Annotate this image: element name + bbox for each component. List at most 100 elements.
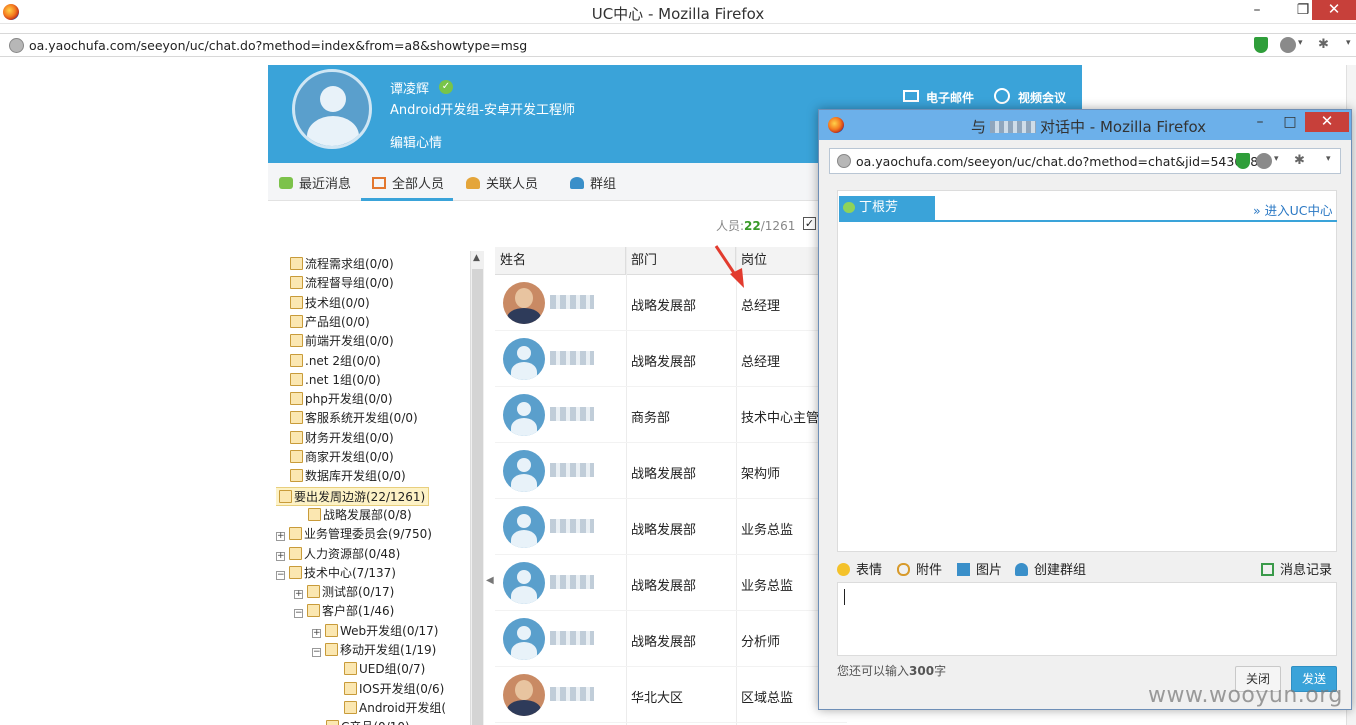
addon-icon[interactable] (1256, 153, 1272, 169)
tree-node[interactable]: 商家开发组(0/0) (290, 448, 394, 467)
tree-node[interactable]: 前端开发组(0/0) (290, 332, 394, 351)
table-row[interactable]: 华北大区 区域总监 (495, 667, 847, 723)
edit-mood-link[interactable]: 编辑心情 (390, 132, 442, 151)
popup-minimize-button[interactable]: – (1247, 114, 1273, 132)
avatar[interactable] (503, 618, 545, 660)
table-row[interactable]: 战略发展部 业务总监 (495, 499, 847, 555)
addon-icon[interactable] (1280, 37, 1296, 53)
cell-post: 业务总监 (741, 523, 794, 538)
online-filter-checkbox[interactable]: ✓ (803, 217, 816, 230)
shield-icon[interactable] (1236, 153, 1250, 169)
expand-icon[interactable]: + (294, 590, 303, 600)
table-row[interactable]: 商务部 技术中心主管 (495, 387, 847, 443)
table-row[interactable]: 战略发展部 业务总监 (495, 555, 847, 611)
chevron-down-icon[interactable]: ▾ (1298, 38, 1303, 48)
popup-maximize-button[interactable]: □ (1277, 114, 1303, 132)
table-row[interactable]: 战略发展部 总经理 (495, 331, 847, 387)
tab-groups[interactable]: 群组 (570, 173, 616, 192)
address-bar[interactable]: oa.yaochufa.com/seeyon/uc/chat.do?method… (0, 33, 1356, 57)
chevron-down-icon[interactable]: ▾ (1274, 154, 1279, 164)
tree-node[interactable]: 客服系统开发组(0/0) (290, 409, 418, 428)
popup-address-bar[interactable]: oa.yaochufa.com/seeyon/uc/chat.do?method… (829, 148, 1341, 174)
collapse-icon[interactable]: − (276, 570, 285, 580)
tree-node[interactable]: 流程需求组(0/0) (290, 255, 394, 274)
image-button[interactable]: 图片 (957, 559, 1002, 578)
popup-url-text[interactable]: oa.yaochufa.com/seeyon/uc/chat.do?method… (856, 154, 1258, 169)
avatar[interactable] (503, 450, 545, 492)
tree-node[interactable]: + 人力资源部(0/48) (276, 545, 400, 564)
collapse-icon[interactable]: − (294, 609, 303, 619)
avatar[interactable] (503, 394, 545, 436)
panel-collapse-handle[interactable]: ◀ (486, 575, 494, 605)
menu-chevron-icon[interactable]: ▾ (1326, 154, 1331, 164)
create-group-button[interactable]: 创建群组 (1015, 559, 1086, 578)
tree-node[interactable]: + 测试部(0/17) (294, 583, 394, 602)
firefox-icon (828, 117, 844, 133)
message-input[interactable] (837, 582, 1337, 656)
expand-icon[interactable]: + (276, 551, 285, 561)
tree-node[interactable]: 产品组(0/0) (290, 313, 370, 332)
menu-chevron-icon[interactable]: ▾ (1346, 38, 1351, 48)
tree-node[interactable]: 战略发展部(0/8) (308, 506, 412, 525)
close-window-button[interactable]: ✕ (1312, 0, 1356, 20)
tree-node[interactable]: + Web开发组(0/17) (312, 622, 438, 641)
avatar[interactable] (503, 506, 545, 548)
table-row[interactable]: 战略发展部 总经理 (495, 275, 847, 331)
table-row[interactable]: 战略发展部 分析师 (495, 611, 847, 667)
shield-icon[interactable] (1254, 37, 1268, 53)
tree-node[interactable]: − 客户部(1/46) (294, 602, 394, 621)
video-icon[interactable] (994, 88, 1010, 104)
tree-node[interactable]: Android开发组( (344, 699, 446, 718)
scroll-thumb[interactable] (472, 269, 483, 725)
collapse-icon[interactable]: − (312, 648, 321, 657)
tree-node-label: 流程督导组(0/0) (305, 276, 394, 291)
tab-all-members[interactable]: 全部人员 (372, 173, 444, 192)
expand-icon[interactable]: + (276, 532, 285, 542)
tree-node[interactable]: C产品(0/10) (326, 718, 410, 725)
tree-node-label: 流程需求组(0/0) (305, 257, 394, 271)
avatar[interactable] (292, 69, 372, 149)
url-text[interactable]: oa.yaochufa.com/seeyon/uc/chat.do?method… (29, 38, 527, 53)
attach-button[interactable]: 附件 (897, 559, 942, 578)
scroll-up-icon[interactable]: ▲ (473, 253, 480, 263)
expand-icon[interactable]: + (312, 628, 321, 638)
tree-node[interactable]: UED组(0/7) (344, 660, 425, 679)
double-chevron-icon: » (1253, 203, 1261, 218)
tree-node[interactable]: 技术组(0/0) (290, 294, 370, 313)
tree-node[interactable]: 数据库开发组(0/0) (290, 467, 406, 486)
tree-node[interactable]: .net 1组(0/0) (290, 371, 381, 390)
redacted-name (550, 295, 594, 309)
tree-node[interactable]: − 技术中心(7/137) (276, 564, 396, 583)
tree-node[interactable]: IOS开发组(0/6) (344, 680, 444, 699)
tree-node[interactable]: php开发组(0/0) (290, 390, 393, 409)
minimize-button[interactable]: – (1244, 2, 1270, 20)
tab-recent[interactable]: 最近消息 (279, 173, 351, 192)
cell-dept: 商务部 (631, 411, 671, 426)
enter-uc-link[interactable]: » 进入UC中心 (1253, 200, 1333, 219)
avatar[interactable] (503, 674, 545, 716)
avatar[interactable] (503, 338, 545, 380)
verified-check-icon: ✓ (439, 80, 453, 94)
tree-node[interactable]: 流程督导组(0/0) (290, 274, 394, 293)
avatar[interactable] (503, 562, 545, 604)
tree-scrollbar[interactable]: ▲ (470, 251, 484, 725)
bug-icon[interactable]: ✱ (1318, 37, 1329, 52)
email-link[interactable]: 电子邮件 (926, 89, 974, 106)
tree-node[interactable]: .net 2组(0/0) (290, 352, 381, 371)
history-button[interactable]: 消息记录 (1261, 559, 1332, 578)
avatar[interactable] (503, 282, 545, 324)
tree-node[interactable]: + 业务管理委员会(9/750) (276, 525, 432, 544)
column-header-name[interactable]: 姓名 (495, 247, 626, 275)
tree-node[interactable]: 财务开发组(0/0) (290, 429, 394, 448)
bug-icon[interactable]: ✱ (1294, 153, 1305, 168)
table-row[interactable]: 战略发展部 架构师 (495, 443, 847, 499)
video-conference-link[interactable]: 视频会议 (1018, 89, 1066, 106)
emoji-button[interactable]: 表情 (837, 559, 882, 578)
popup-close-button[interactable]: ✕ (1305, 112, 1349, 132)
tree-node[interactable]: −要出发周边游(22/1261) (276, 486, 430, 506)
chat-contact-tab[interactable]: 丁根芳 (839, 196, 935, 220)
folder-icon (325, 643, 338, 656)
email-icon[interactable] (903, 90, 919, 102)
tab-related[interactable]: 关联人员 (466, 173, 538, 192)
tree-node[interactable]: − 移动开发组(1/19) (312, 641, 436, 660)
